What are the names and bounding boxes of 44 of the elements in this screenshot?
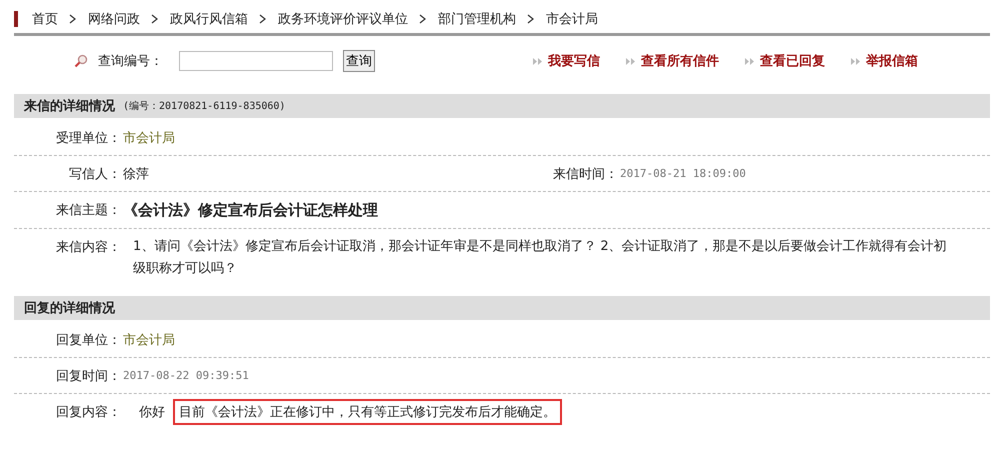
search-field[interactable] [179,51,333,71]
search-label: 查询编号： [98,53,163,70]
chevron-icon [69,14,77,24]
double-arrow-icon [626,58,635,64]
chevron-icon [151,14,159,24]
letter-content: 1、请问《会计法》修定宣布后会计证取消，那会计证年审是不是同样也取消了？ 2、会计证取消了，那是不是以后要做会计工作就得有会计初级职称才可以吗？ [133,238,948,278]
search-icon [74,54,88,68]
double-arrow-icon [851,58,860,64]
breadcrumb-link[interactable]: 部门管理机构 [438,10,516,28]
highlighted-reply-text: 目前《会计法》正在修订中，只有等正式修订完发布后才能确定。 [173,399,562,425]
breadcrumb-link[interactable]: 政务环境评价评议单位 [278,10,408,28]
nav-link[interactable]: 查看所有信件 [641,52,719,70]
chevron-icon [527,14,535,24]
field-value: 2017-08-22 09:39:51 [123,368,249,384]
field-label: 回复内容： [55,404,121,421]
unit-link[interactable]: 市会计局 [123,331,175,349]
double-arrow-icon [533,58,542,64]
unit-link[interactable]: 市会计局 [123,129,175,147]
search-button[interactable]: 查询 [343,50,375,72]
breadcrumb-link[interactable]: 市会计局 [546,10,598,28]
breadcrumb-link[interactable]: 政风行风信箱 [170,10,248,28]
field-label: 写信人： [68,166,121,183]
section-title: 回复的详细情况 [24,300,115,317]
breadcrumb-link[interactable]: 网络问政 [88,10,140,28]
field-label: 来信内容： [55,239,121,256]
chevron-icon [259,14,267,24]
breadcrumb-link[interactable]: 首页 [32,10,58,28]
letter-number: (编号：20170821-6119-835060) [123,100,286,113]
chevron-icon [419,14,427,24]
reply-text: 你好 [138,404,166,422]
letter-subject: 《会计法》修定宣布后会计证怎样处理 [123,201,378,220]
field-label: 回复时间： [55,368,121,385]
section-title: 来信的详细情况 [24,98,115,115]
field-label: 来信主题： [55,202,121,219]
nav-link[interactable]: 查看已回复 [760,52,825,70]
field-value: 2017-08-21 18:09:00 [620,166,747,182]
field-label: 受理单位： [55,130,121,147]
nav-link[interactable]: 我要写信 [548,52,600,70]
double-arrow-icon [745,58,754,64]
nav-link[interactable]: 举报信箱 [866,52,918,70]
field-label: 来信时间： [553,166,618,183]
field-value: 徐萍 [123,166,149,183]
field-label: 回复单位： [55,332,121,349]
breadcrumb-marker [14,10,18,26]
